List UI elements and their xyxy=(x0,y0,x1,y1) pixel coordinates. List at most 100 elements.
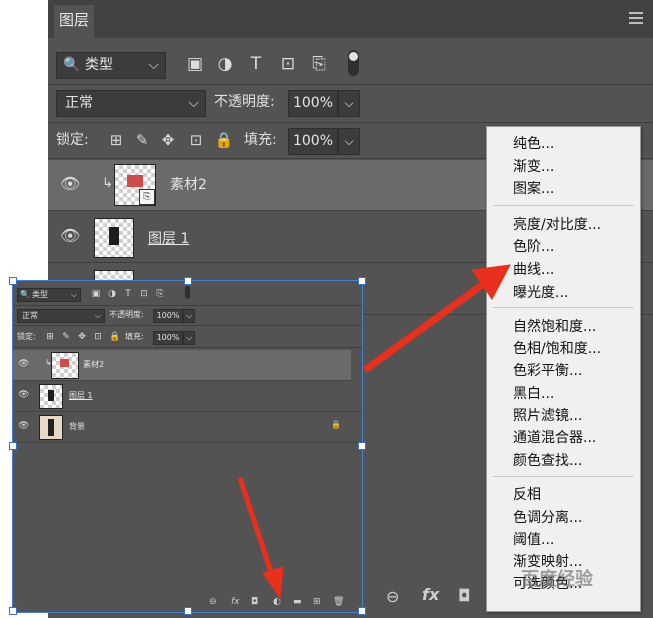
resize-handle[interactable] xyxy=(9,277,17,285)
layer-name[interactable]: 素材2 xyxy=(83,359,104,371)
menu-item-color-lookup[interactable]: 颜色查找... xyxy=(513,451,582,471)
layer-name[interactable]: 图层 1 xyxy=(69,390,93,402)
menu-item-threshold[interactable]: 阈值... xyxy=(513,530,554,550)
menu-item-photo-filter[interactable]: 照片滤镜... xyxy=(513,406,582,426)
link-layers-icon[interactable]: ⊖ xyxy=(209,597,217,607)
divider xyxy=(13,347,362,348)
menu-item-exposure[interactable]: 曝光度... xyxy=(513,283,568,303)
visibility-eye-icon[interactable]: 👁 xyxy=(60,174,80,194)
menu-item-pattern[interactable]: 图案... xyxy=(513,179,554,199)
layer-thumbnail[interactable] xyxy=(51,352,79,379)
layer-row-background[interactable]: 👁 背景 🔒 xyxy=(13,412,362,443)
tab-layers[interactable]: 图层 xyxy=(54,5,94,38)
lock-position-icon[interactable]: ✥ xyxy=(77,331,87,343)
resize-handle[interactable] xyxy=(358,277,366,285)
menu-item-vibrance[interactable]: 自然饱和度... xyxy=(513,317,596,337)
lock-transparent-icon[interactable]: ⊞ xyxy=(45,331,55,343)
resize-handle[interactable] xyxy=(9,607,17,615)
opacity-input[interactable]: 100% xyxy=(288,90,338,117)
layer-row-sucai2[interactable]: 👁 ↳ 素材2 xyxy=(13,350,351,381)
opacity-dropdown-button[interactable]: ⌵ xyxy=(338,90,360,117)
fx-icon[interactable]: fx xyxy=(231,597,240,607)
lock-pixels-icon[interactable]: ✎ xyxy=(61,331,71,343)
opacity-dropdown-button[interactable]: ⌵ xyxy=(183,309,195,323)
new-layer-icon[interactable]: ⊞ xyxy=(313,597,321,607)
opacity-input[interactable]: 100% xyxy=(153,309,183,323)
blend-mode-dropdown[interactable]: 正常 ⌵ xyxy=(56,90,206,117)
menu-item-posterize[interactable]: 色调分离... xyxy=(513,508,582,528)
lock-pixels-icon[interactable]: ✎ xyxy=(132,128,152,153)
shape-filter-icon[interactable]: ⊡ xyxy=(139,288,149,300)
lock-all-icon[interactable]: 🔒 xyxy=(214,128,234,153)
layer-row-layer1[interactable]: 👁 图层 1 xyxy=(13,381,362,412)
menu-item-levels[interactable]: 色阶... xyxy=(513,237,554,257)
visibility-eye-icon[interactable]: 👁 xyxy=(18,359,29,369)
menu-item-gradient[interactable]: 渐变... xyxy=(513,157,554,177)
lock-transparent-icon[interactable]: ⊞ xyxy=(106,128,126,153)
type-filter-icon[interactable]: T xyxy=(245,53,267,75)
layer-name[interactable]: 素材2 xyxy=(170,175,207,195)
opacity-label: 不透明度: xyxy=(214,94,275,110)
thumbnail-image xyxy=(109,227,119,245)
layer-name[interactable]: 背景 xyxy=(69,421,85,433)
image-filter-icon[interactable]: ▣ xyxy=(184,53,206,75)
resize-handle[interactable] xyxy=(9,442,17,450)
lock-artboard-icon[interactable]: ⊡ xyxy=(186,128,206,153)
filter-type-label: 类型 xyxy=(32,290,48,299)
blend-mode-value: 正常 xyxy=(22,311,38,320)
type-filter-icon[interactable]: T xyxy=(123,288,133,300)
divider xyxy=(48,122,653,123)
layer-name[interactable]: 图层 1 xyxy=(148,229,189,249)
menu-item-black-white[interactable]: 黑白... xyxy=(513,384,554,404)
lock-position-icon[interactable]: ✥ xyxy=(158,128,178,153)
menu-item-brightness-contrast[interactable]: 亮度/对比度... xyxy=(513,215,601,235)
layer-thumbnail[interactable]: ⎘ xyxy=(114,164,156,206)
add-mask-icon[interactable]: ◘ xyxy=(458,586,471,605)
menu-item-solid-color[interactable]: 纯色... xyxy=(513,134,554,154)
menu-item-color-balance[interactable]: 色彩平衡... xyxy=(513,361,582,381)
small-blend-mode-dropdown[interactable]: 正常 ⌵ xyxy=(17,309,105,323)
resize-handle[interactable] xyxy=(184,277,192,285)
layer-thumbnail[interactable] xyxy=(94,218,134,258)
lock-all-icon[interactable]: 🔒 xyxy=(109,331,120,343)
new-adjustment-layer-icon[interactable]: ◐ xyxy=(273,597,281,607)
menu-item-hue-saturation[interactable]: 色相/饱和度... xyxy=(513,339,601,359)
visibility-eye-icon[interactable]: 👁 xyxy=(18,421,29,431)
filter-toggle-switch[interactable] xyxy=(185,286,190,299)
menu-item-channel-mixer[interactable]: 通道混合器... xyxy=(513,428,596,448)
resize-handle[interactable] xyxy=(358,607,366,615)
lock-artboard-icon[interactable]: ⊡ xyxy=(93,331,103,343)
chevron-down-icon: ⌵ xyxy=(70,290,77,299)
menu-item-invert[interactable]: 反相 xyxy=(513,485,541,505)
panel-menu-icon[interactable] xyxy=(629,12,643,24)
layer-thumbnail[interactable] xyxy=(39,415,63,440)
resize-handle[interactable] xyxy=(358,442,366,450)
image-filter-icon[interactable]: ▣ xyxy=(91,288,101,300)
fill-dropdown-button[interactable]: ⌵ xyxy=(183,331,195,345)
fill-input[interactable]: 100% xyxy=(153,331,183,345)
shape-filter-icon[interactable]: ⊡ xyxy=(277,53,299,75)
filter-type-dropdown[interactable]: 🔍 类型 ⌵ xyxy=(56,52,166,79)
filter-toggle-switch[interactable] xyxy=(348,50,359,76)
small-filter-dropdown[interactable]: 🔍 类型 ⌵ xyxy=(17,288,81,302)
layer-thumbnail[interactable] xyxy=(39,384,63,409)
filter-type-label: 类型 xyxy=(85,57,113,73)
chevron-down-icon: ⌵ xyxy=(148,57,159,73)
fx-icon[interactable]: fx xyxy=(422,585,439,604)
new-group-icon[interactable]: ▬ xyxy=(293,597,302,607)
add-mask-icon[interactable]: ◘ xyxy=(251,597,258,607)
adjustment-filter-icon[interactable]: ◑ xyxy=(107,288,117,300)
smart-object-filter-icon[interactable]: ⎘ xyxy=(155,288,165,300)
delete-layer-icon[interactable]: 🗑 xyxy=(333,597,344,607)
visibility-eye-icon[interactable]: 👁 xyxy=(18,390,29,400)
adjustment-filter-icon[interactable]: ◑ xyxy=(214,53,236,75)
menu-item-curves[interactable]: 曲线... xyxy=(513,260,554,280)
fill-dropdown-button[interactable]: ⌵ xyxy=(338,128,360,155)
smart-object-filter-icon[interactable]: ⎘ xyxy=(308,53,330,75)
visibility-eye-icon[interactable]: 👁 xyxy=(60,226,80,246)
layers-panel-thumbnail[interactable]: 🔍 类型 ⌵ ▣ ◑ T ⊡ ⎘ 正常 ⌵ 不透明度: 100% ⌵ 锁定: ⊞… xyxy=(12,280,363,613)
link-layers-icon[interactable]: ⊖ xyxy=(386,587,399,606)
fill-input[interactable]: 100% xyxy=(288,128,338,155)
resize-handle[interactable] xyxy=(184,607,192,615)
opacity-label: 不透明度: xyxy=(109,310,144,319)
